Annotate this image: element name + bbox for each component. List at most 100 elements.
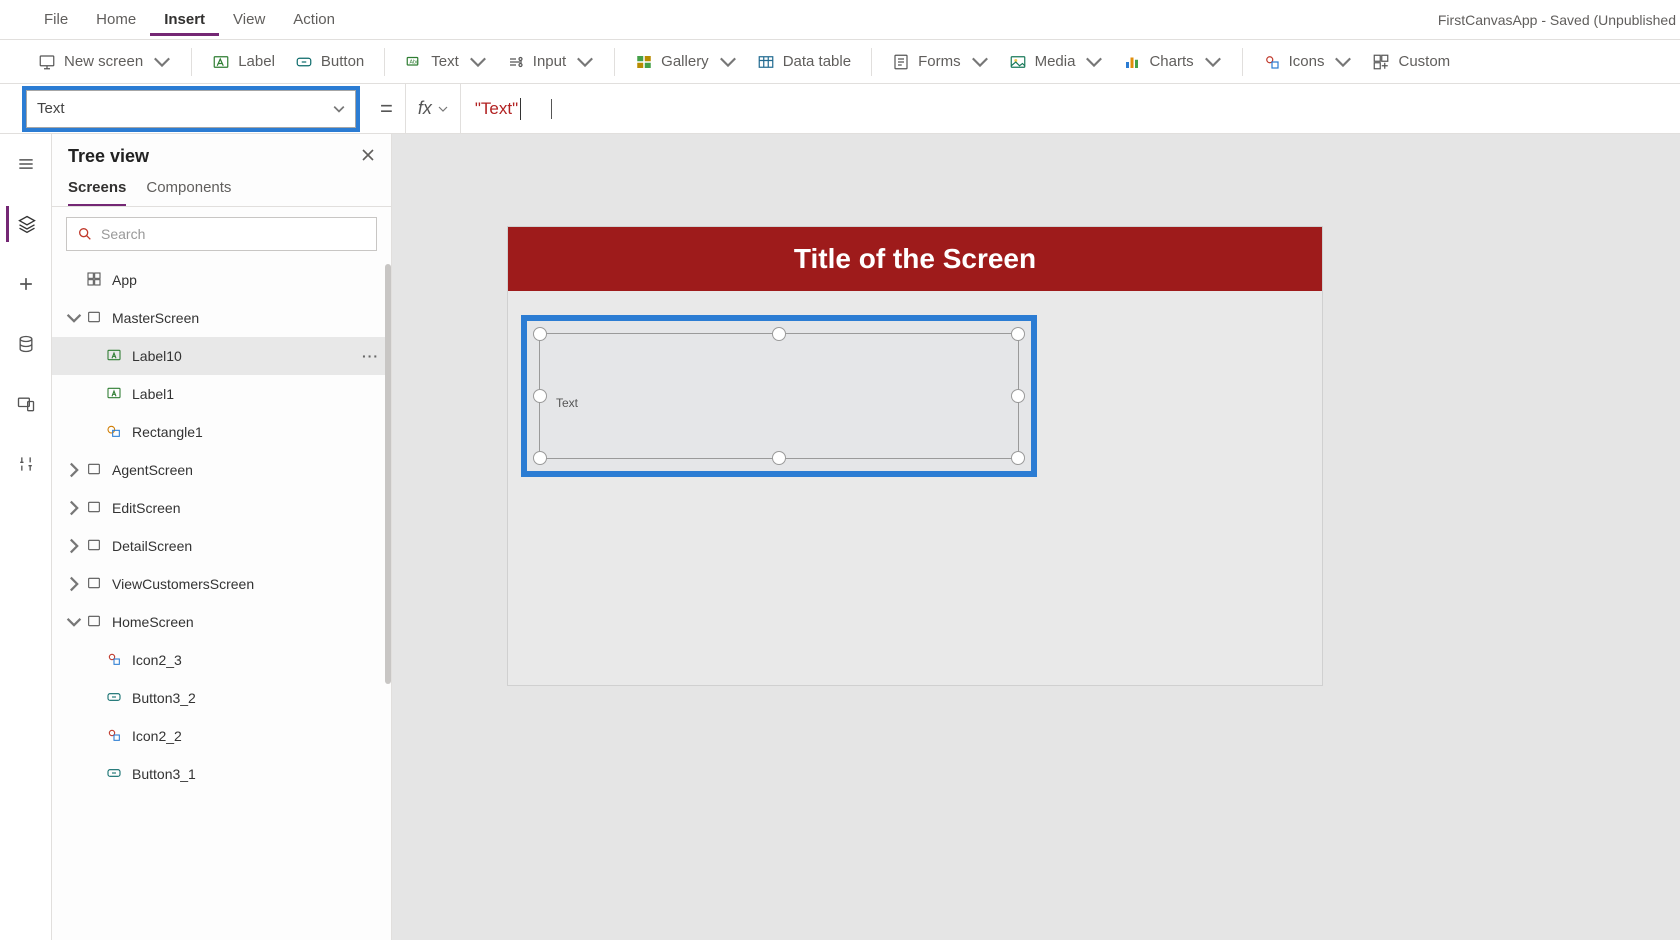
tab-components[interactable]: Components	[146, 179, 231, 206]
menubar: File Home Insert View Action FirstCanvas…	[0, 0, 1680, 40]
tree-item-label: Rectangle1	[132, 424, 203, 440]
resize-handle[interactable]	[1011, 389, 1025, 403]
tree-item-label: Button3_2	[132, 690, 196, 706]
tree-list: App MasterScreenLabel10···Label1 Rectangle…	[52, 261, 391, 940]
text-icon: Abc	[405, 53, 423, 71]
chevron-down-icon	[1334, 53, 1352, 71]
menu-file[interactable]: File	[30, 3, 82, 36]
tree-item-rectangle1[interactable]: Rectangle1	[52, 413, 391, 451]
custom-button[interactable]: Custom	[1362, 47, 1460, 77]
screen-icon	[86, 575, 104, 593]
tree-item-homescreen[interactable]: HomeScreen	[52, 603, 391, 641]
rail-data[interactable]	[6, 326, 46, 362]
media-dropdown[interactable]: Media	[999, 47, 1114, 77]
text-dropdown[interactable]: Abc Text	[395, 47, 497, 77]
tree-item-app[interactable]: App	[52, 261, 391, 299]
search-placeholder: Search	[101, 226, 145, 242]
tree-item-detailscreen[interactable]: DetailScreen	[52, 527, 391, 565]
screen-preview[interactable]: Title of the Screen Text	[507, 226, 1323, 686]
icon-icon	[106, 727, 124, 745]
chevron-down-icon[interactable]	[66, 310, 78, 326]
resize-handle[interactable]	[533, 327, 547, 341]
rail-hamburger[interactable]	[6, 146, 46, 182]
menu-home[interactable]: Home	[82, 3, 150, 36]
chevron-down-icon	[469, 53, 487, 71]
tree-item-button3_2[interactable]: Button3_2	[52, 679, 391, 717]
resize-handle[interactable]	[772, 327, 786, 341]
tree-item-icon2_3[interactable]: Icon2_3	[52, 641, 391, 679]
forms-dropdown[interactable]: Forms	[882, 47, 999, 77]
new-screen-button[interactable]: New screen	[28, 47, 181, 77]
tree-item-masterscreen[interactable]: MasterScreen	[52, 299, 391, 337]
icons-dropdown[interactable]: Icons	[1253, 47, 1363, 77]
rail-media[interactable]	[6, 386, 46, 422]
gallery-dropdown[interactable]: Gallery	[625, 47, 747, 77]
input-dropdown[interactable]: Input	[497, 47, 604, 77]
media-icon	[1009, 53, 1027, 71]
chevron-right-icon[interactable]	[66, 500, 78, 516]
close-panel-button[interactable]	[361, 146, 375, 167]
equals-label: =	[368, 96, 405, 122]
charts-dropdown[interactable]: Charts	[1113, 47, 1231, 77]
resize-handle[interactable]	[1011, 327, 1025, 341]
menu-action[interactable]: Action	[279, 3, 349, 36]
tree-item-label: Button3_1	[132, 766, 196, 782]
tree-item-label: Icon2_2	[132, 728, 182, 744]
chevron-down-icon	[971, 53, 989, 71]
fx-dropdown[interactable]: fx	[405, 84, 461, 133]
scrollbar[interactable]	[385, 264, 391, 684]
tree-item-label: ViewCustomersScreen	[112, 576, 254, 592]
resize-handle[interactable]	[1011, 451, 1025, 465]
tree-item-viewcustomersscreen[interactable]: ViewCustomersScreen	[52, 565, 391, 603]
gallery-icon	[635, 53, 653, 71]
insert-button-button[interactable]: Button	[285, 47, 374, 77]
shape-icon	[106, 423, 124, 441]
canvas-area[interactable]: Title of the Screen Text	[392, 134, 1680, 940]
tree-item-icon2_2[interactable]: Icon2_2	[52, 717, 391, 755]
tree-item-label: DetailScreen	[112, 538, 192, 554]
search-input[interactable]: Search	[66, 217, 377, 251]
resize-handle[interactable]	[533, 451, 547, 465]
rail-tools[interactable]	[6, 446, 46, 482]
tree-item-editscreen[interactable]: EditScreen	[52, 489, 391, 527]
chevron-down-icon	[576, 53, 594, 71]
chevron-down-icon	[153, 53, 171, 71]
menu-insert[interactable]: Insert	[150, 3, 219, 36]
menu-view[interactable]: View	[219, 3, 279, 36]
tools-icon	[16, 454, 36, 474]
formula-input[interactable]: "Text"	[461, 84, 1680, 133]
devices-icon	[16, 394, 36, 414]
chevron-right-icon[interactable]	[66, 462, 78, 478]
chevron-right-icon[interactable]	[66, 576, 78, 592]
resize-handle[interactable]	[772, 451, 786, 465]
tab-screens[interactable]: Screens	[68, 179, 126, 206]
tree-item-label: Icon2_3	[132, 652, 182, 668]
tree-item-label10[interactable]: Label10···	[52, 337, 391, 375]
chevron-down-icon[interactable]	[66, 614, 78, 630]
icons-icon	[1263, 53, 1281, 71]
app-title: FirstCanvasApp - Saved (Unpublished	[1438, 12, 1680, 28]
database-icon	[16, 334, 36, 354]
label-button[interactable]: Label	[202, 47, 285, 77]
more-button[interactable]: ···	[362, 348, 379, 364]
rail-insert[interactable]	[6, 266, 46, 302]
property-dropdown[interactable]: Text	[26, 90, 356, 128]
data-table-button[interactable]: Data table	[747, 47, 861, 77]
tree-item-label1[interactable]: Label1	[52, 375, 391, 413]
label-icon	[212, 53, 230, 71]
button-icon	[295, 53, 313, 71]
screen-title-bar[interactable]: Title of the Screen	[508, 227, 1322, 291]
selected-label-control[interactable]: Text	[539, 333, 1019, 459]
tree-item-label: App	[112, 272, 137, 288]
tree-item-agentscreen[interactable]: AgentScreen	[52, 451, 391, 489]
tree-view-title: Tree view	[68, 146, 149, 167]
button-icon	[106, 689, 124, 707]
rail-tree-view[interactable]	[6, 206, 46, 242]
data-table-icon	[757, 53, 775, 71]
screen-icon	[86, 499, 104, 517]
resize-handle[interactable]	[533, 389, 547, 403]
screen-icon	[86, 309, 104, 327]
hamburger-icon	[16, 154, 36, 174]
chevron-right-icon[interactable]	[66, 538, 78, 554]
tree-item-button3_1[interactable]: Button3_1	[52, 755, 391, 793]
